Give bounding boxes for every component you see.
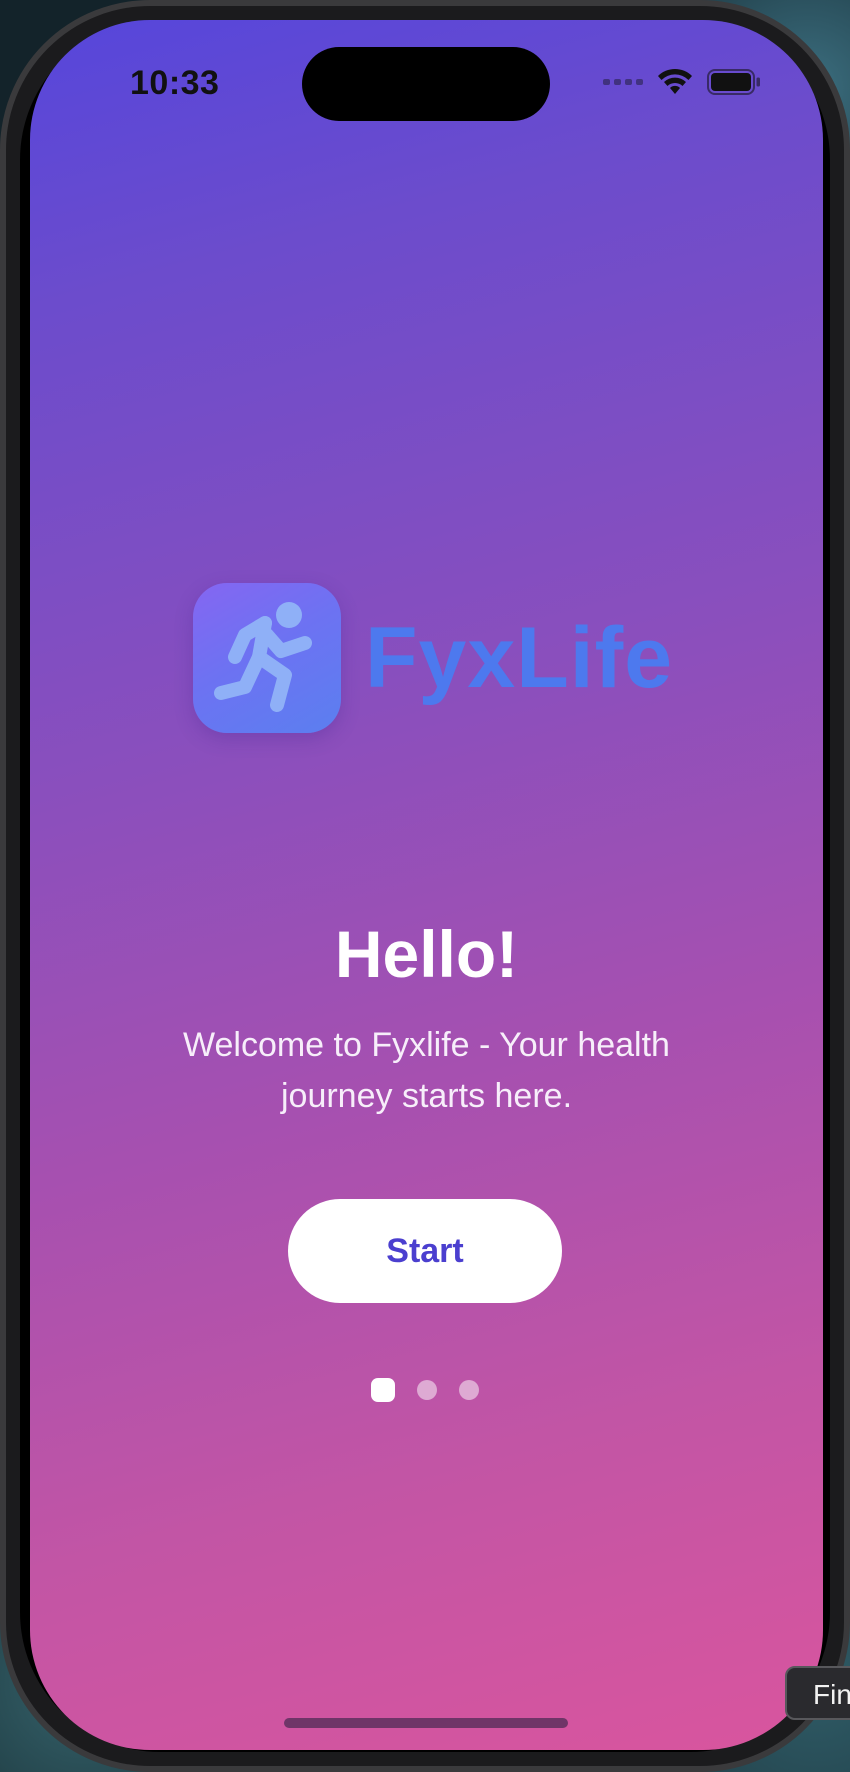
page-dot-2[interactable] bbox=[417, 1380, 437, 1400]
page-indicator bbox=[371, 1378, 479, 1402]
greeting-subtitle: Welcome to Fyxlife - Your health journey… bbox=[183, 1026, 670, 1115]
wifi-icon bbox=[658, 68, 692, 94]
page-dot-3[interactable] bbox=[459, 1380, 479, 1400]
page-dot-1[interactable] bbox=[371, 1378, 395, 1402]
brand-name: FyxLife bbox=[365, 609, 674, 706]
running-person-icon bbox=[193, 583, 341, 733]
status-time: 10:33 bbox=[130, 64, 220, 102]
app-logo: FyxLife bbox=[193, 583, 673, 733]
battery-full-icon bbox=[707, 69, 760, 95]
app-screen: 10:33 FyxLife Hello! Welcome to Fyxlife … bbox=[30, 20, 823, 1750]
dynamic-island bbox=[302, 47, 550, 121]
finder-tooltip: Fin bbox=[785, 1666, 850, 1720]
status-icons bbox=[603, 68, 761, 96]
home-indicator[interactable] bbox=[284, 1718, 568, 1728]
cellular-signal-icon bbox=[603, 79, 643, 85]
start-button[interactable]: Start bbox=[288, 1199, 562, 1303]
greeting-title: Hello! bbox=[334, 917, 519, 991]
